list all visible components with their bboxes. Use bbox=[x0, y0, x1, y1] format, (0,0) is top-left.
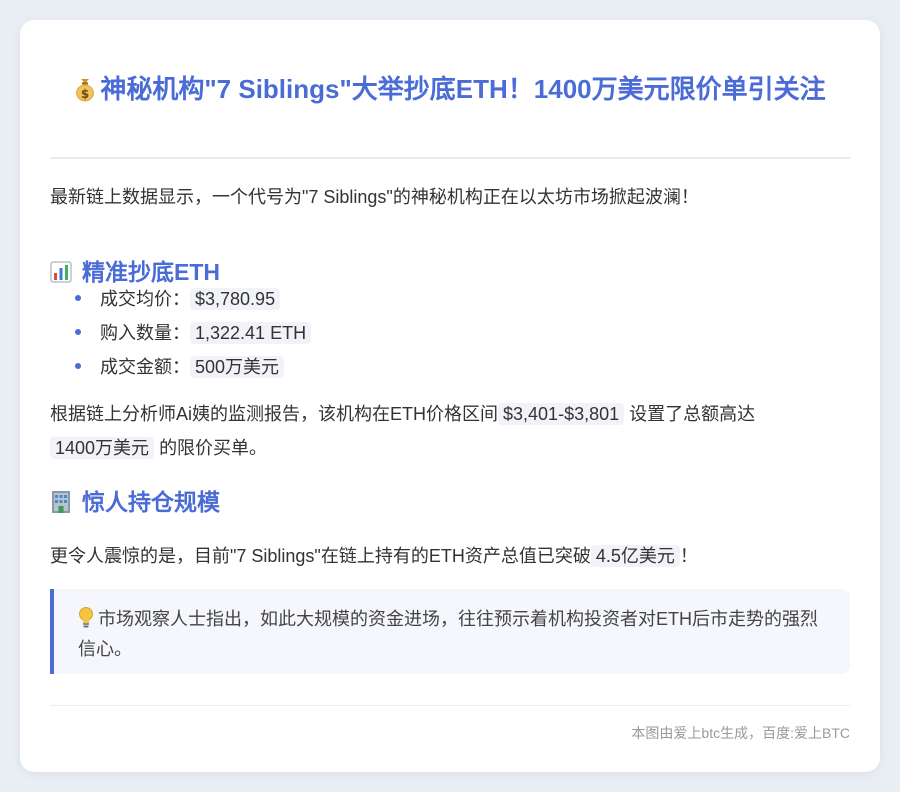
price-range: $3,401-$3,801 bbox=[498, 403, 625, 425]
list-item: 购入数量： 1,322.41 ETH bbox=[50, 316, 312, 350]
section-heading-holdings: 惊人持仓规模 bbox=[50, 487, 220, 517]
item-value: $3,780.95 bbox=[190, 288, 281, 310]
analysis-text-2: 设置了总额高达 bbox=[629, 404, 756, 424]
item-value: 500万美元 bbox=[190, 356, 285, 378]
bullet-icon bbox=[75, 329, 81, 335]
page-title: $ 神秘机构"7 Siblings"大举抄底ETH！1400万美元限价单引关注 bbox=[50, 70, 850, 108]
list-item: 成交均价： $3,780.95 bbox=[50, 282, 311, 316]
office-building-icon bbox=[52, 491, 70, 513]
title-divider bbox=[50, 157, 850, 159]
bullet-icon bbox=[75, 363, 81, 369]
insight-callout: 市场观察人士指出，如此大规模的资金进场，往往预示着机构投资者对ETH后市走势的强… bbox=[50, 589, 850, 674]
footer-divider bbox=[50, 705, 850, 706]
holdings-amount: 4.5亿美元 bbox=[590, 545, 680, 567]
analysis-text-3: 的限价买单。 bbox=[159, 438, 268, 458]
list-item: 成交金额： 500万美元 bbox=[50, 350, 311, 384]
trade-details-list: 成交均价： $3,780.95 购入数量： 1,322.41 ETH 成交金额： 50… bbox=[50, 282, 312, 384]
holdings-paragraph: 更令人震惊的是，目前"7 Siblings"在链上持有的ETH资产总值已突破 4.… bbox=[50, 539, 850, 573]
holdings-text-1: 更令人震惊的是，目前"7 Siblings"在链上持有的ETH资产总值已突破 bbox=[50, 546, 591, 566]
item-value: 1,322.41 ETH bbox=[190, 322, 312, 344]
article-card: $ 神秘机构"7 Siblings"大举抄底ETH！1400万美元限价单引关注 … bbox=[20, 20, 880, 772]
bar-chart-icon bbox=[50, 261, 72, 283]
order-amount: 1400万美元 bbox=[50, 437, 155, 459]
money-bag-icon: $ bbox=[76, 79, 95, 102]
section-title-text: 惊人持仓规模 bbox=[82, 489, 220, 515]
svg-text:$: $ bbox=[81, 87, 89, 101]
holdings-text-2: ！ bbox=[679, 546, 698, 566]
footer-credit: 本图由爱上btc生成，百度:爱上BTC bbox=[631, 725, 850, 741]
item-label: 购入数量： bbox=[100, 323, 190, 343]
light-bulb-icon bbox=[79, 607, 93, 628]
analysis-text-1: 根据链上分析师Ai姨的监测报告，该机构在ETH价格区间 bbox=[50, 404, 499, 424]
title-text: 神秘机构"7 Siblings"大举抄底ETH！1400万美元限价单引关注 bbox=[100, 74, 826, 104]
item-label: 成交金额： bbox=[100, 357, 190, 377]
callout-text: 市场观察人士指出，如此大规模的资金进场，往往预示着机构投资者对ETH后市走势的强… bbox=[78, 609, 818, 659]
bullet-icon bbox=[75, 295, 81, 301]
intro-paragraph: 最新链上数据显示，一个代号为"7 Siblings"的神秘机构正在以太坊市场掀起… bbox=[50, 187, 699, 207]
analysis-paragraph: 根据链上分析师Ai姨的监测报告，该机构在ETH价格区间 $3,401-$3,801… bbox=[50, 397, 850, 465]
item-label: 成交均价： bbox=[100, 289, 190, 309]
